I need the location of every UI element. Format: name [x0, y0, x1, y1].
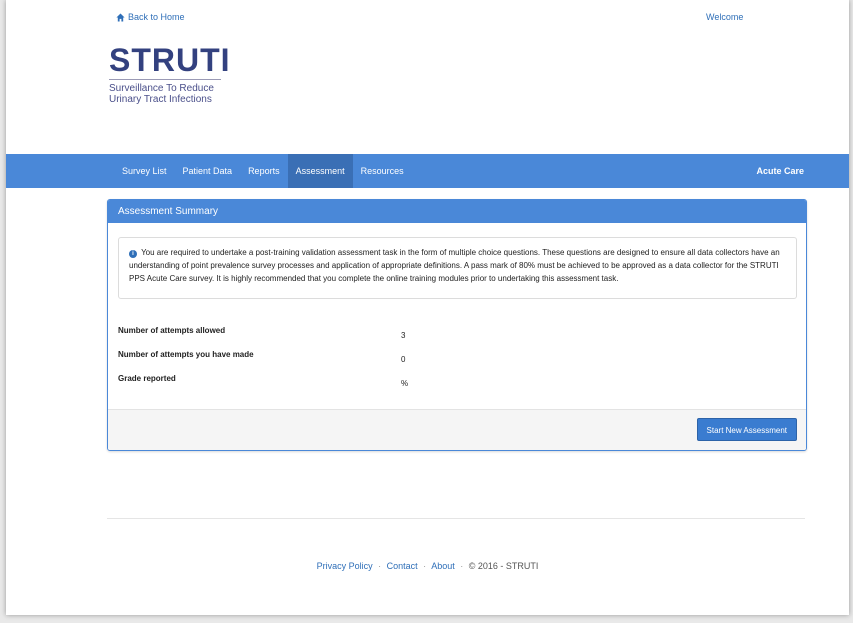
stat-label-attempts-allowed: Number of attempts allowed — [118, 326, 226, 335]
back-to-home-label: Back to Home — [128, 12, 185, 22]
logo-divider — [109, 79, 221, 80]
stat-label-attempts-made: Number of attempts you have made — [118, 350, 254, 359]
stat-value-attempts-made: 0 — [401, 355, 406, 364]
page-frame: Back to Home Welcome STRUTI Surveillance… — [6, 0, 849, 615]
assessment-summary-panel: Assessment Summary i You are required to… — [107, 199, 807, 451]
footer-separator: · — [460, 561, 464, 571]
stat-value-attempts-allowed: 3 — [401, 331, 406, 340]
logo-subtitle-line2: Urinary Tract Infections — [109, 94, 212, 105]
welcome-label: Welcome — [706, 12, 744, 22]
back-to-home-link[interactable]: Back to Home — [116, 12, 185, 22]
info-text: You are required to undertake a post-tra… — [129, 248, 780, 283]
start-new-assessment-button[interactable]: Start New Assessment — [696, 418, 797, 441]
struti-logo: STRUTI Surveillance To Reduce Urinary Tr… — [109, 44, 231, 105]
nav-item-resources[interactable]: Resources — [353, 154, 412, 188]
logo-subtitle-line1: Surveillance To Reduce — [109, 83, 214, 94]
footer-separator: · — [423, 561, 427, 571]
nav-menu: Survey List Patient Data Reports Assessm… — [112, 154, 412, 188]
info-alert: i You are required to undertake a post-t… — [118, 237, 797, 299]
nav-item-survey-list[interactable]: Survey List — [112, 154, 175, 188]
privacy-policy-link[interactable]: Privacy Policy — [317, 561, 373, 571]
footer-separator: · — [378, 561, 382, 571]
nav-item-assessment[interactable]: Assessment — [287, 154, 353, 188]
footer-divider — [107, 518, 805, 519]
about-link[interactable]: About — [431, 561, 455, 571]
info-icon: i — [129, 250, 137, 258]
panel-footer: Start New Assessment — [108, 409, 806, 450]
care-type-label[interactable]: Acute Care — [756, 154, 804, 188]
home-icon — [116, 12, 125, 22]
contact-link[interactable]: Contact — [387, 561, 418, 571]
stat-label-grade: Grade reported — [118, 374, 176, 383]
panel-heading: Assessment Summary — [108, 200, 806, 223]
nav-item-reports[interactable]: Reports — [240, 154, 288, 188]
main-navbar: Survey List Patient Data Reports Assessm… — [6, 154, 849, 188]
nav-item-patient-data[interactable]: Patient Data — [175, 154, 241, 188]
top-bar: Back to Home Welcome — [116, 12, 849, 26]
stat-value-grade: % — [401, 379, 409, 388]
copyright-text: © 2016 - STRUTI — [468, 561, 539, 571]
logo-title: STRUTI — [109, 42, 231, 78]
page-footer: Privacy Policy · Contact · About · © 201… — [6, 561, 849, 571]
